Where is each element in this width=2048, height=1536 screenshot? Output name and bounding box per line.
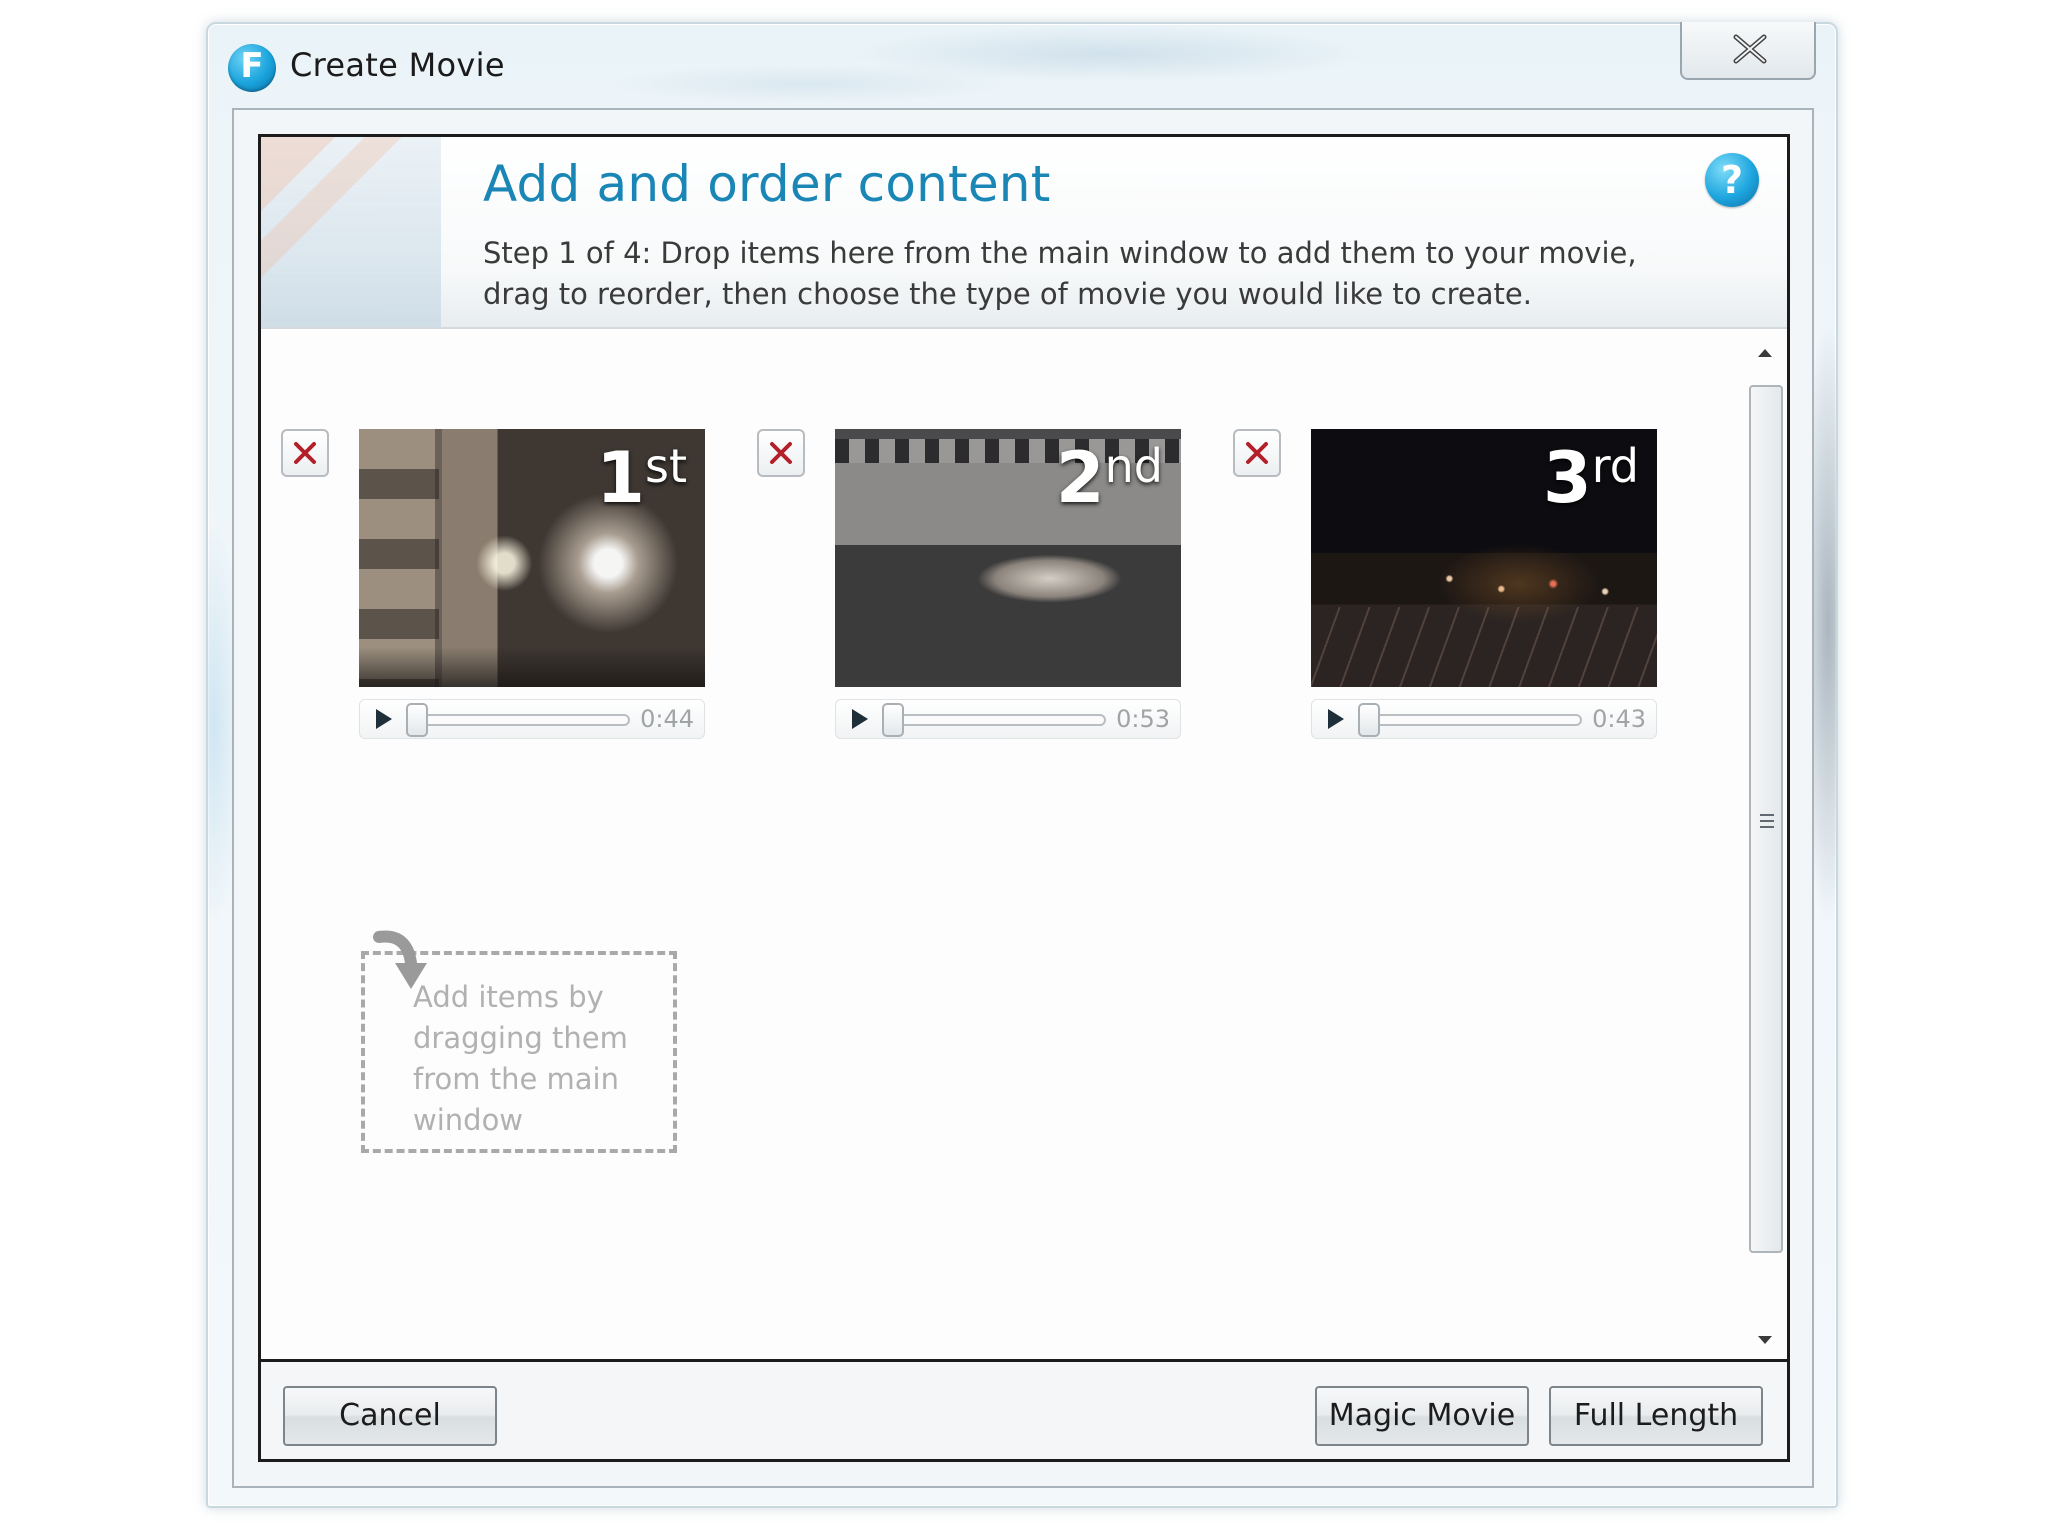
drop-zone-hint: Add items by dragging them from the main… bbox=[413, 980, 628, 1137]
clip-duration: 0:53 bbox=[1116, 705, 1170, 733]
clip-item-2[interactable]: 2nd 0:53 bbox=[757, 429, 1181, 739]
order-number: 3 bbox=[1542, 437, 1592, 519]
seek-bar[interactable] bbox=[416, 714, 630, 726]
play-button[interactable] bbox=[368, 704, 398, 734]
title-bar[interactable]: F Create Movie bbox=[208, 22, 1836, 102]
window-title: Create Movie bbox=[290, 46, 505, 84]
order-badge: 1st bbox=[596, 443, 687, 513]
remove-x-icon bbox=[294, 442, 316, 464]
remove-x-icon bbox=[1246, 442, 1268, 464]
order-badge: 3rd bbox=[1543, 443, 1639, 513]
order-suffix: st bbox=[644, 439, 687, 493]
full-length-button[interactable]: Full Length bbox=[1549, 1386, 1763, 1446]
scroll-thumb[interactable] bbox=[1749, 385, 1783, 1253]
play-button[interactable] bbox=[1320, 704, 1350, 734]
order-number: 1 bbox=[596, 437, 645, 519]
app-icon-letter: F bbox=[240, 46, 264, 86]
scroll-up-arrow-icon[interactable] bbox=[1755, 343, 1775, 363]
clip-item-1[interactable]: 1st 0:44 bbox=[281, 429, 705, 739]
seek-handle[interactable] bbox=[882, 703, 904, 737]
scroll-grip-icon bbox=[1760, 814, 1774, 828]
close-icon bbox=[1733, 34, 1767, 64]
dialog-client-area: Add and order content Step 1 of 4: Drop … bbox=[232, 108, 1814, 1488]
seek-handle[interactable] bbox=[1358, 703, 1380, 737]
order-number: 2 bbox=[1055, 437, 1105, 519]
play-icon bbox=[1328, 709, 1344, 729]
seek-bar[interactable] bbox=[892, 714, 1106, 726]
remove-clip-button[interactable] bbox=[757, 429, 805, 477]
step-header: Add and order content Step 1 of 4: Drop … bbox=[261, 137, 1787, 329]
order-suffix: rd bbox=[1591, 439, 1639, 493]
clip-thumbnail[interactable]: 3rd bbox=[1311, 429, 1657, 687]
scroll-down-arrow-icon[interactable] bbox=[1755, 1330, 1775, 1350]
seek-handle[interactable] bbox=[406, 703, 428, 737]
clip-player-controls: 0:44 bbox=[359, 699, 705, 739]
remove-x-icon bbox=[770, 442, 792, 464]
remove-clip-button[interactable] bbox=[281, 429, 329, 477]
seek-bar[interactable] bbox=[1368, 714, 1582, 726]
help-icon[interactable]: ? bbox=[1705, 153, 1759, 207]
vertical-scrollbar[interactable] bbox=[1743, 329, 1787, 1364]
play-icon bbox=[376, 709, 392, 729]
flip-video-logo-icon: F bbox=[228, 44, 276, 92]
cancel-button[interactable]: Cancel bbox=[283, 1386, 497, 1446]
close-button[interactable] bbox=[1680, 22, 1816, 80]
clip-player-controls: 0:43 bbox=[1311, 699, 1657, 739]
clip-thumbnail[interactable]: 2nd bbox=[835, 429, 1181, 687]
order-suffix: nd bbox=[1104, 439, 1163, 493]
clip-item-3[interactable]: 3rd 0:43 bbox=[1233, 429, 1657, 739]
create-movie-window: F Create Movie Add and order content Ste… bbox=[206, 22, 1838, 1508]
remove-clip-button[interactable] bbox=[1233, 429, 1281, 477]
drop-zone[interactable]: Add items by dragging them from the main… bbox=[361, 930, 677, 1153]
page-title: Add and order content bbox=[483, 155, 1051, 213]
dialog-footer: Cancel Magic Movie Full Length bbox=[261, 1359, 1787, 1459]
content-frame: Add and order content Step 1 of 4: Drop … bbox=[258, 134, 1790, 1462]
magic-movie-button[interactable]: Magic Movie bbox=[1315, 1386, 1529, 1446]
clapperboard-banner-image bbox=[261, 137, 441, 327]
play-icon bbox=[852, 709, 868, 729]
play-button[interactable] bbox=[844, 704, 874, 734]
clip-player-controls: 0:53 bbox=[835, 699, 1181, 739]
clip-duration: 0:43 bbox=[1592, 705, 1646, 733]
clip-duration: 0:44 bbox=[640, 705, 694, 733]
movie-content-list[interactable]: 1st 0:44 2nd 0:53 3rd 0:43 Add items by … bbox=[261, 329, 1745, 1364]
clip-thumbnail[interactable]: 1st bbox=[359, 429, 705, 687]
order-badge: 2nd bbox=[1056, 443, 1163, 513]
step-description: Step 1 of 4: Drop items here from the ma… bbox=[483, 236, 1637, 311]
